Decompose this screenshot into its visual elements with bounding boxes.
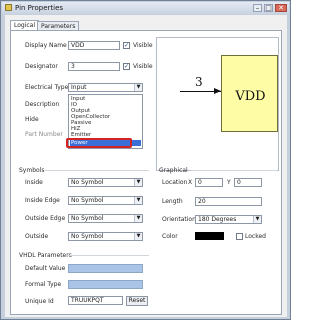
designator-visible-label: Visible <box>133 63 153 70</box>
chevron-down-icon[interactable]: ▼ <box>134 179 142 186</box>
title-bar: Pin Properties – □ ✕ <box>2 2 289 14</box>
x-label: X <box>188 179 193 186</box>
reset-button[interactable]: Reset <box>126 296 148 306</box>
orientation-select[interactable]: 180 Degrees ▼ <box>195 215 262 224</box>
electrical-type-select[interactable]: Input ▼ <box>68 83 143 92</box>
vhdl-group-title: VHDL Parameters <box>19 252 72 259</box>
inside-edge-label: Inside Edge <box>25 197 60 204</box>
dialog-client: Logical Parameters Display Name VDD ✓ Vi… <box>5 15 287 317</box>
outside-edge-label: Outside Edge <box>25 215 66 222</box>
formal-type-label: Formal Type <box>25 281 62 288</box>
symbols-divider <box>45 170 149 171</box>
designator-visible-checkbox[interactable]: ✓ <box>123 63 130 70</box>
color-swatch[interactable] <box>195 232 224 240</box>
inside-value: No Symbol <box>71 179 104 186</box>
outside-select[interactable]: No Symbol ▼ <box>68 232 143 241</box>
designator-label: Designator <box>25 63 58 70</box>
tab-parameters[interactable]: Parameters <box>37 21 80 30</box>
outside-value: No Symbol <box>71 233 104 240</box>
default-value-label: Default Value <box>25 265 66 272</box>
outside-label: Outside <box>25 233 49 240</box>
unique-id-input[interactable]: TRUUKPQT <box>68 296 123 305</box>
y-label: Y <box>227 179 231 186</box>
outside-edge-select[interactable]: No Symbol ▼ <box>68 214 143 223</box>
vhdl-divider <box>66 255 149 256</box>
outside-edge-value: No Symbol <box>71 215 104 222</box>
unique-id-label: Unique Id <box>25 298 54 305</box>
graphical-group-title: Graphical <box>159 167 188 174</box>
location-y-input[interactable]: 0 <box>234 178 262 187</box>
chevron-down-icon[interactable]: ▼ <box>134 84 142 91</box>
orientation-value: 180 Degrees <box>198 216 237 223</box>
chevron-down-icon[interactable]: ▼ <box>134 233 142 240</box>
default-value-input[interactable] <box>68 264 143 273</box>
electrical-type-value: Input <box>71 84 87 91</box>
chevron-down-icon[interactable]: ▼ <box>134 215 142 222</box>
inside-edge-value: No Symbol <box>71 197 104 204</box>
symbols-group-title: Symbols <box>19 167 45 174</box>
app-icon <box>5 4 12 11</box>
inside-label: Inside <box>25 179 43 186</box>
pin-properties-dialog: Pin Properties – □ ✕ Logical Parameters … <box>0 0 291 320</box>
logical-panel: Display Name VDD ✓ Visible Designator 3 … <box>10 30 282 315</box>
inside-select[interactable]: No Symbol ▼ <box>68 178 143 187</box>
pin-preview: VDD 3 <box>156 37 279 171</box>
chevron-down-icon[interactable]: ▼ <box>134 197 142 204</box>
preview-pin-name: VDD <box>235 89 266 104</box>
description-label: Description <box>25 101 60 108</box>
close-button[interactable]: ✕ <box>275 4 287 12</box>
location-x-input[interactable]: 0 <box>195 178 223 187</box>
chevron-down-icon[interactable]: ▼ <box>253 216 261 223</box>
hide-label: Hide <box>25 116 39 123</box>
formal-type-input[interactable] <box>68 280 143 289</box>
component-body: VDD <box>221 55 278 132</box>
minimize-button[interactable]: – <box>253 4 262 12</box>
designator-input[interactable]: 3 <box>68 62 120 71</box>
location-label: Location <box>162 179 188 186</box>
highlight-box <box>66 138 132 148</box>
length-label: Length <box>162 198 183 205</box>
display-name-visible-checkbox[interactable]: ✓ <box>123 42 130 49</box>
maximize-button[interactable]: □ <box>264 4 273 12</box>
display-name-label: Display Name <box>25 42 67 49</box>
electrical-type-label: Electrical Type <box>25 84 69 91</box>
length-input[interactable]: 20 <box>195 197 262 206</box>
locked-label: Locked <box>245 233 266 240</box>
color-label: Color <box>162 233 178 240</box>
window-title: Pin Properties <box>15 4 64 12</box>
inside-edge-select[interactable]: No Symbol ▼ <box>68 196 143 205</box>
graphical-divider <box>191 170 277 171</box>
preview-pin-number: 3 <box>195 75 203 89</box>
display-name-input[interactable]: VDD <box>68 41 120 50</box>
pin-arrow-icon <box>214 88 221 94</box>
orientation-label: Orientation <box>162 216 196 223</box>
display-name-visible-label: Visible <box>133 42 153 49</box>
part-number-label: Part Number <box>25 131 63 138</box>
locked-checkbox[interactable] <box>236 233 243 240</box>
